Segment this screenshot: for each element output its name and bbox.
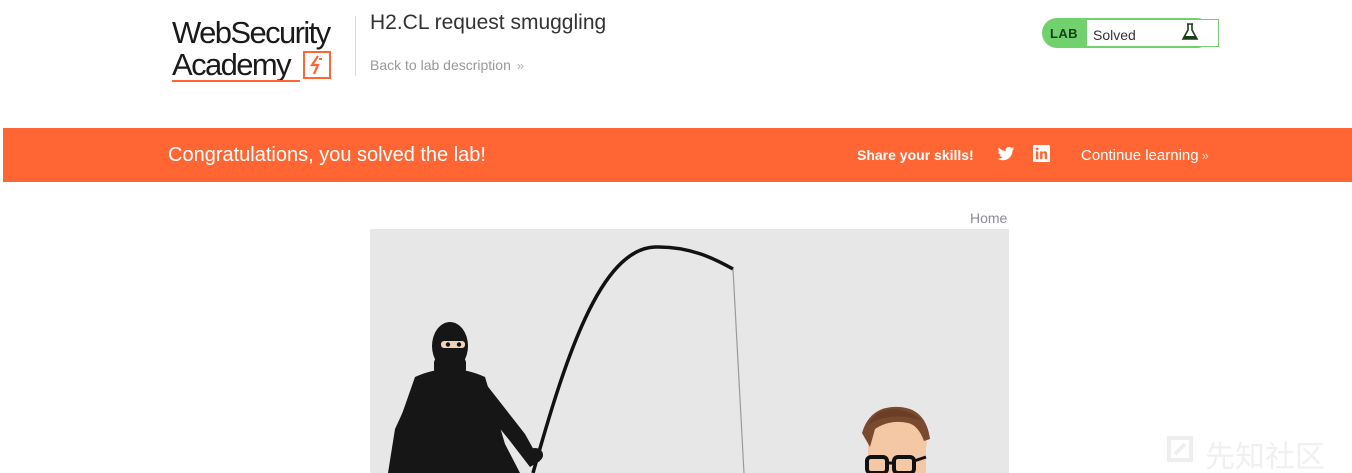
web-security-academy-logo[interactable]: WebSecurity Academy xyxy=(170,14,356,86)
watermark-text: 先知社区 xyxy=(1205,441,1325,473)
header-divider xyxy=(355,16,356,76)
phishing-illustration xyxy=(388,245,930,473)
lab-status-tag: LAB xyxy=(1050,26,1078,41)
watermark-logo-icon xyxy=(1167,436,1193,462)
hero-image xyxy=(370,229,1009,473)
chevron-right-icon: » xyxy=(516,58,525,73)
share-label: Share your skills! xyxy=(857,147,974,163)
lab-title: H2.CL request smuggling xyxy=(370,11,607,34)
continue-learning-label: Continue learning xyxy=(1081,147,1199,164)
chevron-right-icon: » xyxy=(1201,148,1209,163)
back-to-lab-description-link[interactable]: Back to lab description » xyxy=(370,57,524,73)
logo-mark-icon xyxy=(303,51,331,79)
twitter-icon[interactable] xyxy=(997,145,1015,163)
logo-text-line1: WebSecurity xyxy=(172,15,331,50)
flask-icon xyxy=(1181,23,1199,40)
logo-underline xyxy=(172,80,300,82)
logo-text-line2: Academy xyxy=(172,47,292,82)
home-link[interactable]: Home xyxy=(970,210,1007,226)
linkedin-icon[interactable] xyxy=(1033,145,1050,162)
back-link-label: Back to lab description xyxy=(370,57,511,73)
solved-message: Congratulations, you solved the lab! xyxy=(168,144,486,166)
continue-learning-link[interactable]: Continue learning» xyxy=(1081,147,1209,164)
lab-status-value: Solved xyxy=(1093,27,1136,43)
